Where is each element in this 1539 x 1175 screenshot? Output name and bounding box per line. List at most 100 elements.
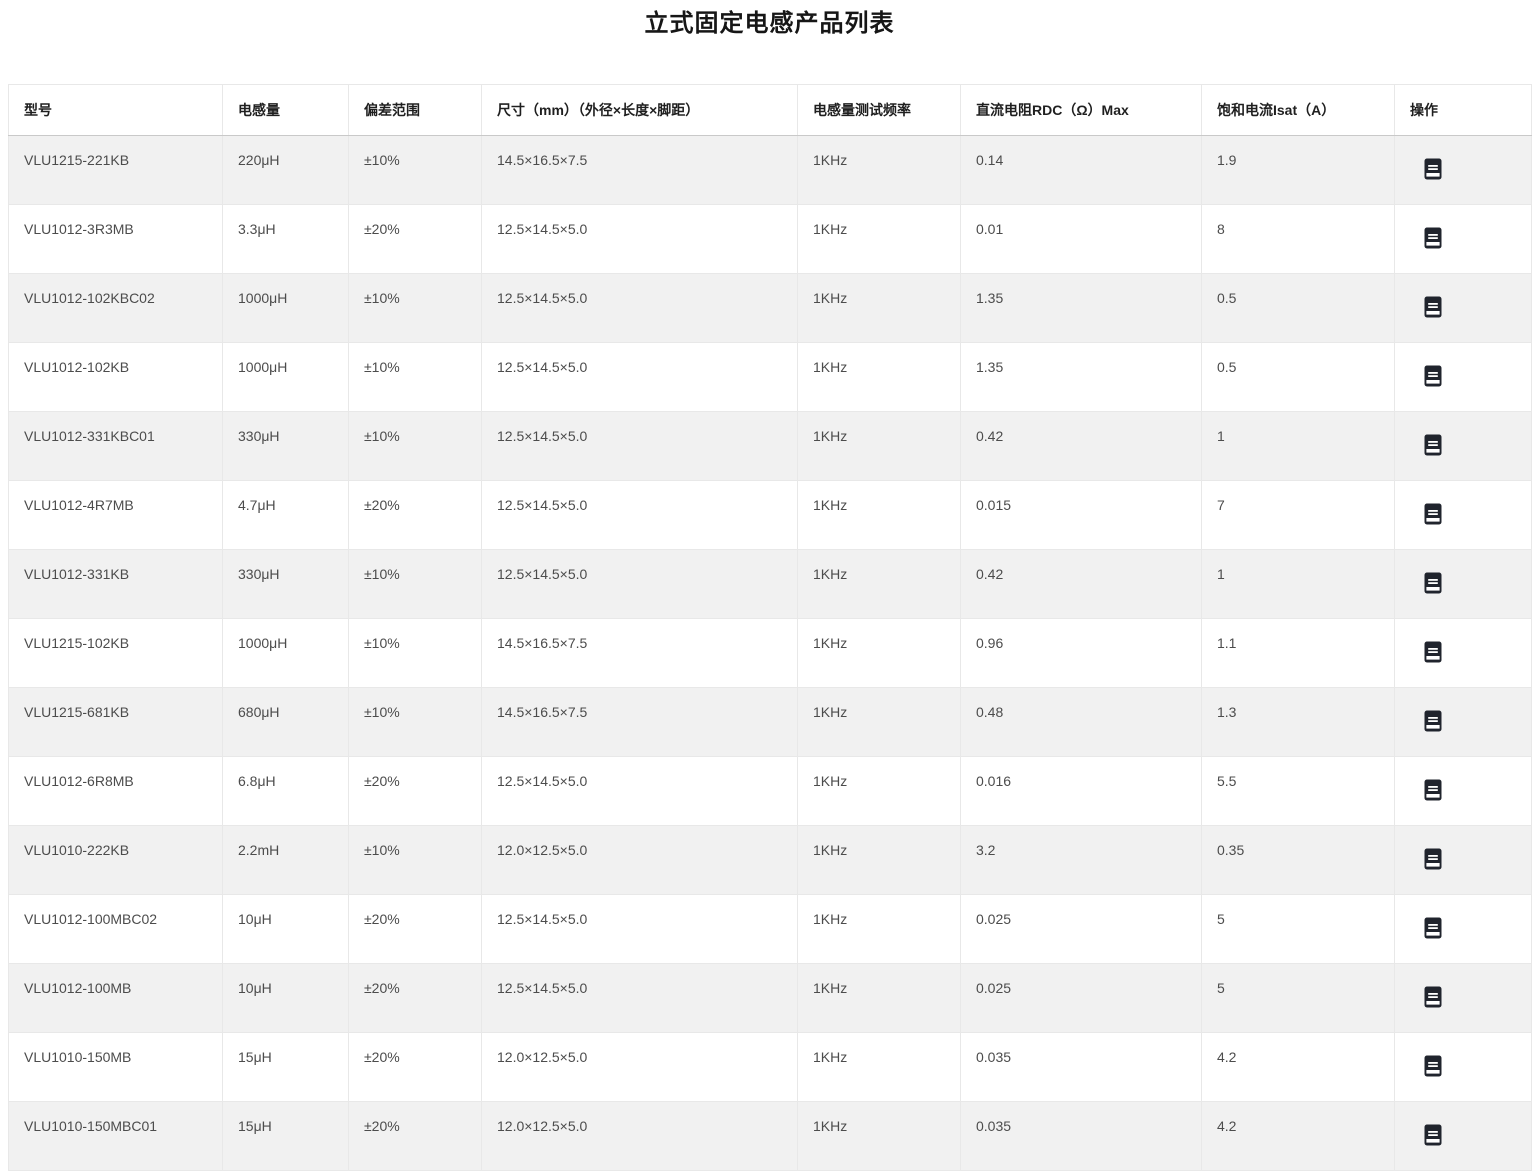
book-icon	[1424, 848, 1442, 870]
cell-model: VLU1012-102KBC02	[9, 274, 223, 343]
cell-rdc: 0.035	[961, 1102, 1202, 1171]
cell-inductance: 1000μH	[223, 619, 349, 688]
cell-model: VLU1010-150MBC01	[9, 1102, 223, 1171]
cell-test-frequency: 1KHz	[798, 895, 961, 964]
cell-model: VLU1012-331KBC01	[9, 412, 223, 481]
book-icon	[1424, 917, 1442, 939]
cell-tolerance: ±20%	[349, 964, 482, 1033]
book-icon	[1424, 779, 1442, 801]
cell-isat: 5	[1202, 895, 1395, 964]
book-icon	[1424, 365, 1442, 387]
table-row: VLU1215-102KB 1000μH ±10% 14.5×16.5×7.5 …	[9, 619, 1532, 688]
cell-rdc: 1.35	[961, 274, 1202, 343]
cell-action	[1395, 136, 1532, 205]
view-details-button[interactable]	[1424, 227, 1442, 249]
cell-tolerance: ±20%	[349, 1102, 482, 1171]
book-icon	[1424, 1055, 1442, 1077]
cell-inductance: 220μH	[223, 136, 349, 205]
cell-rdc: 0.48	[961, 688, 1202, 757]
cell-isat: 1.1	[1202, 619, 1395, 688]
cell-size: 14.5×16.5×7.5	[482, 688, 798, 757]
table-row: VLU1012-331KBC01 330μH ±10% 12.5×14.5×5.…	[9, 412, 1532, 481]
view-details-button[interactable]	[1424, 848, 1442, 870]
cell-isat: 1	[1202, 550, 1395, 619]
cell-size: 14.5×16.5×7.5	[482, 136, 798, 205]
cell-tolerance: ±20%	[349, 205, 482, 274]
view-details-button[interactable]	[1424, 503, 1442, 525]
header-tolerance: 偏差范围	[349, 85, 482, 136]
book-icon	[1424, 1124, 1442, 1146]
table-row: VLU1012-102KB 1000μH ±10% 12.5×14.5×5.0 …	[9, 343, 1532, 412]
view-details-button[interactable]	[1424, 710, 1442, 732]
cell-test-frequency: 1KHz	[798, 688, 961, 757]
cell-action	[1395, 895, 1532, 964]
cell-tolerance: ±20%	[349, 1033, 482, 1102]
book-icon	[1424, 227, 1442, 249]
cell-action	[1395, 688, 1532, 757]
cell-tolerance: ±20%	[349, 895, 482, 964]
book-icon	[1424, 158, 1442, 180]
view-details-button[interactable]	[1424, 779, 1442, 801]
cell-test-frequency: 1KHz	[798, 136, 961, 205]
book-icon	[1424, 434, 1442, 456]
view-details-button[interactable]	[1424, 434, 1442, 456]
cell-tolerance: ±10%	[349, 274, 482, 343]
view-details-button[interactable]	[1424, 1124, 1442, 1146]
cell-size: 12.0×12.5×5.0	[482, 826, 798, 895]
book-icon	[1424, 572, 1442, 594]
view-details-button[interactable]	[1424, 158, 1442, 180]
cell-model: VLU1012-6R8MB	[9, 757, 223, 826]
cell-size: 12.5×14.5×5.0	[482, 757, 798, 826]
table-row: VLU1215-221KB 220μH ±10% 14.5×16.5×7.5 1…	[9, 136, 1532, 205]
page: 立式固定电感产品列表 型号 电感量 偏差范围 尺寸（mm）（外径×长度×脚距）	[0, 8, 1539, 1171]
view-details-button[interactable]	[1424, 986, 1442, 1008]
book-icon	[1424, 710, 1442, 732]
cell-test-frequency: 1KHz	[798, 1033, 961, 1102]
page-title: 立式固定电感产品列表	[0, 8, 1539, 40]
book-icon	[1424, 296, 1442, 318]
view-details-button[interactable]	[1424, 296, 1442, 318]
cell-size: 12.5×14.5×5.0	[482, 205, 798, 274]
cell-action	[1395, 412, 1532, 481]
cell-size: 12.5×14.5×5.0	[482, 964, 798, 1033]
cell-action	[1395, 619, 1532, 688]
cell-test-frequency: 1KHz	[798, 205, 961, 274]
header-isat: 饱和电流Isat（A）	[1202, 85, 1395, 136]
cell-rdc: 0.035	[961, 1033, 1202, 1102]
cell-test-frequency: 1KHz	[798, 1102, 961, 1171]
cell-isat: 0.35	[1202, 826, 1395, 895]
view-details-button[interactable]	[1424, 641, 1442, 663]
cell-tolerance: ±10%	[349, 688, 482, 757]
view-details-button[interactable]	[1424, 917, 1442, 939]
cell-isat: 5	[1202, 964, 1395, 1033]
cell-action	[1395, 481, 1532, 550]
cell-inductance: 2.2mH	[223, 826, 349, 895]
table-header: 型号 电感量 偏差范围 尺寸（mm）（外径×长度×脚距） 电感量测试频率 直流电…	[9, 85, 1532, 136]
cell-isat: 0.5	[1202, 343, 1395, 412]
cell-isat: 0.5	[1202, 274, 1395, 343]
cell-action	[1395, 274, 1532, 343]
cell-isat: 7	[1202, 481, 1395, 550]
book-icon	[1424, 503, 1442, 525]
cell-size: 12.5×14.5×5.0	[482, 481, 798, 550]
cell-isat: 5.5	[1202, 757, 1395, 826]
table-row: VLU1012-100MB 10μH ±20% 12.5×14.5×5.0 1K…	[9, 964, 1532, 1033]
cell-inductance: 10μH	[223, 895, 349, 964]
product-table-container: 型号 电感量 偏差范围 尺寸（mm）（外径×长度×脚距） 电感量测试频率 直流电…	[8, 84, 1531, 1171]
cell-tolerance: ±10%	[349, 136, 482, 205]
table-row: VLU1010-150MBC01 15μH ±20% 12.0×12.5×5.0…	[9, 1102, 1532, 1171]
cell-action	[1395, 343, 1532, 412]
view-details-button[interactable]	[1424, 1055, 1442, 1077]
cell-test-frequency: 1KHz	[798, 343, 961, 412]
cell-rdc: 3.2	[961, 826, 1202, 895]
cell-test-frequency: 1KHz	[798, 550, 961, 619]
view-details-button[interactable]	[1424, 572, 1442, 594]
cell-test-frequency: 1KHz	[798, 619, 961, 688]
table-row: VLU1012-100MBC02 10μH ±20% 12.5×14.5×5.0…	[9, 895, 1532, 964]
cell-size: 12.0×12.5×5.0	[482, 1033, 798, 1102]
cell-size: 14.5×16.5×7.5	[482, 619, 798, 688]
view-details-button[interactable]	[1424, 365, 1442, 387]
cell-isat: 1.9	[1202, 136, 1395, 205]
cell-size: 12.5×14.5×5.0	[482, 412, 798, 481]
cell-test-frequency: 1KHz	[798, 826, 961, 895]
